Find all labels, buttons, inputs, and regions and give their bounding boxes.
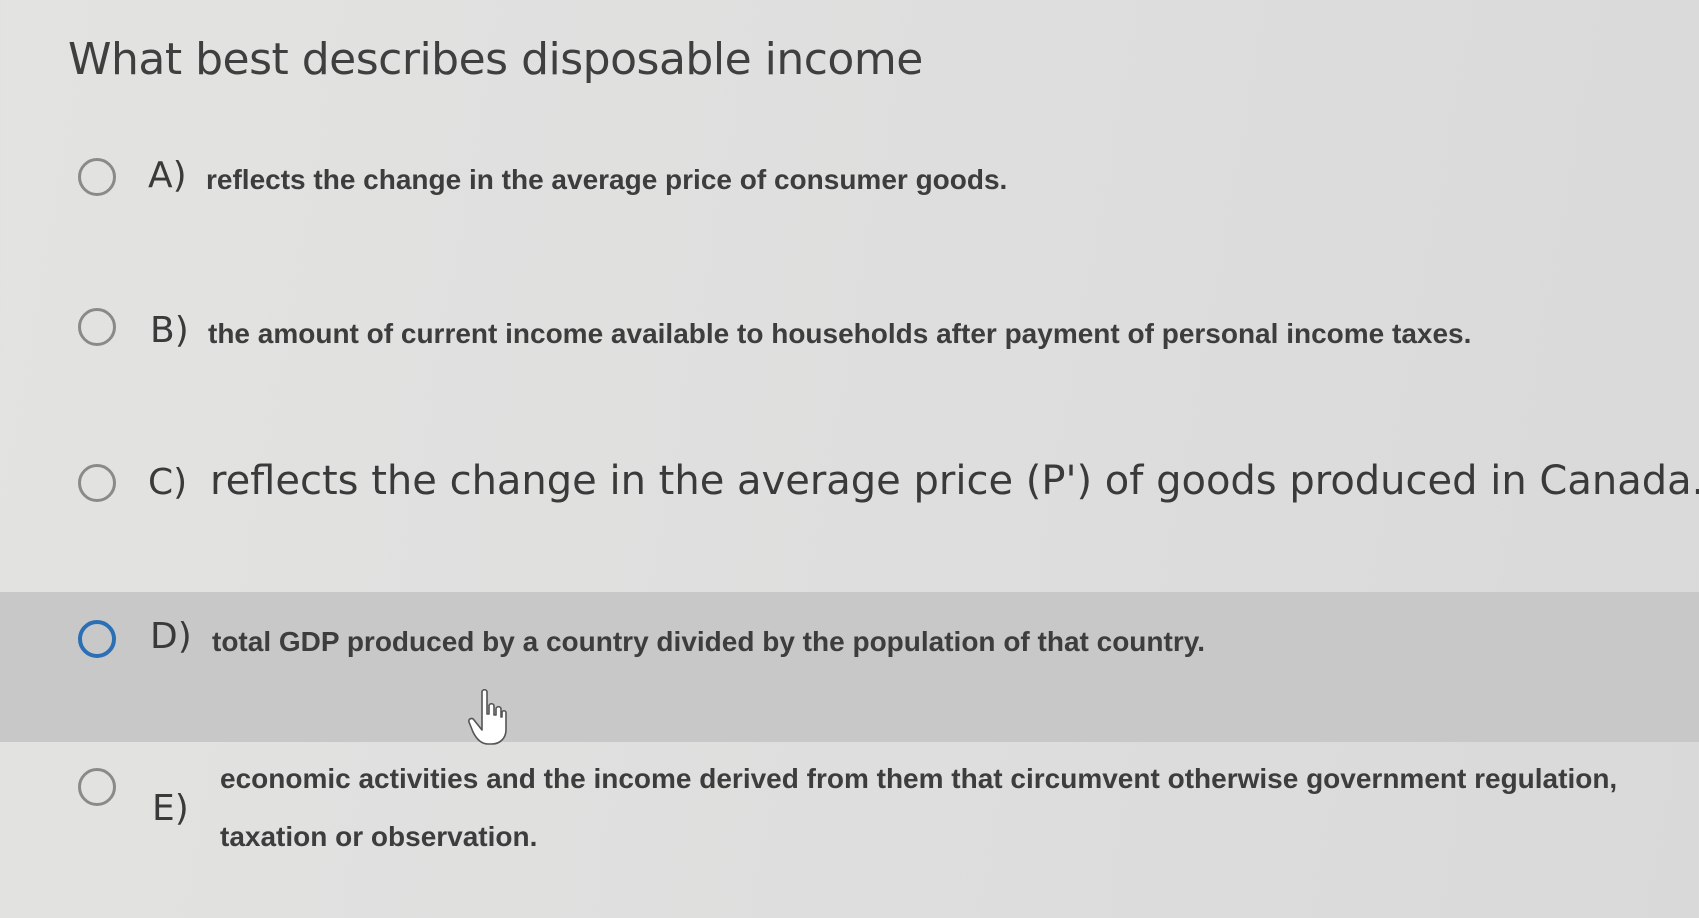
option-c-text: reflects the change in the average price…: [210, 458, 1699, 504]
option-c[interactable]: C) reflects the change in the average pr…: [0, 456, 1699, 556]
option-a-text: reflects the change in the average price…: [206, 164, 1008, 195]
radio-d[interactable]: [78, 620, 116, 658]
option-c-letter: C): [148, 462, 188, 503]
option-e[interactable]: E) economic activities and the income de…: [0, 760, 1699, 890]
radio-b[interactable]: [78, 308, 116, 346]
option-b[interactable]: B) the amount of current income availabl…: [0, 308, 1699, 408]
question-title: What best describes disposable income: [68, 34, 923, 85]
option-e-letter: E): [152, 788, 189, 829]
option-e-text: economic activities and the income deriv…: [220, 763, 1618, 852]
option-a-letter: A): [148, 155, 187, 196]
option-d[interactable]: D) total GDP produced by a country divid…: [0, 592, 1699, 742]
radio-c[interactable]: [78, 464, 116, 502]
radio-a[interactable]: [78, 158, 116, 196]
radio-e[interactable]: [78, 768, 116, 806]
option-b-text: the amount of current income available t…: [208, 318, 1472, 349]
option-b-letter: B): [150, 310, 189, 351]
hand-pointer-icon: [468, 688, 507, 745]
option-d-letter: D): [150, 616, 192, 657]
option-d-text: total GDP produced by a country divided …: [212, 626, 1206, 657]
option-a[interactable]: A) reflects the change in the average pr…: [0, 150, 1699, 250]
